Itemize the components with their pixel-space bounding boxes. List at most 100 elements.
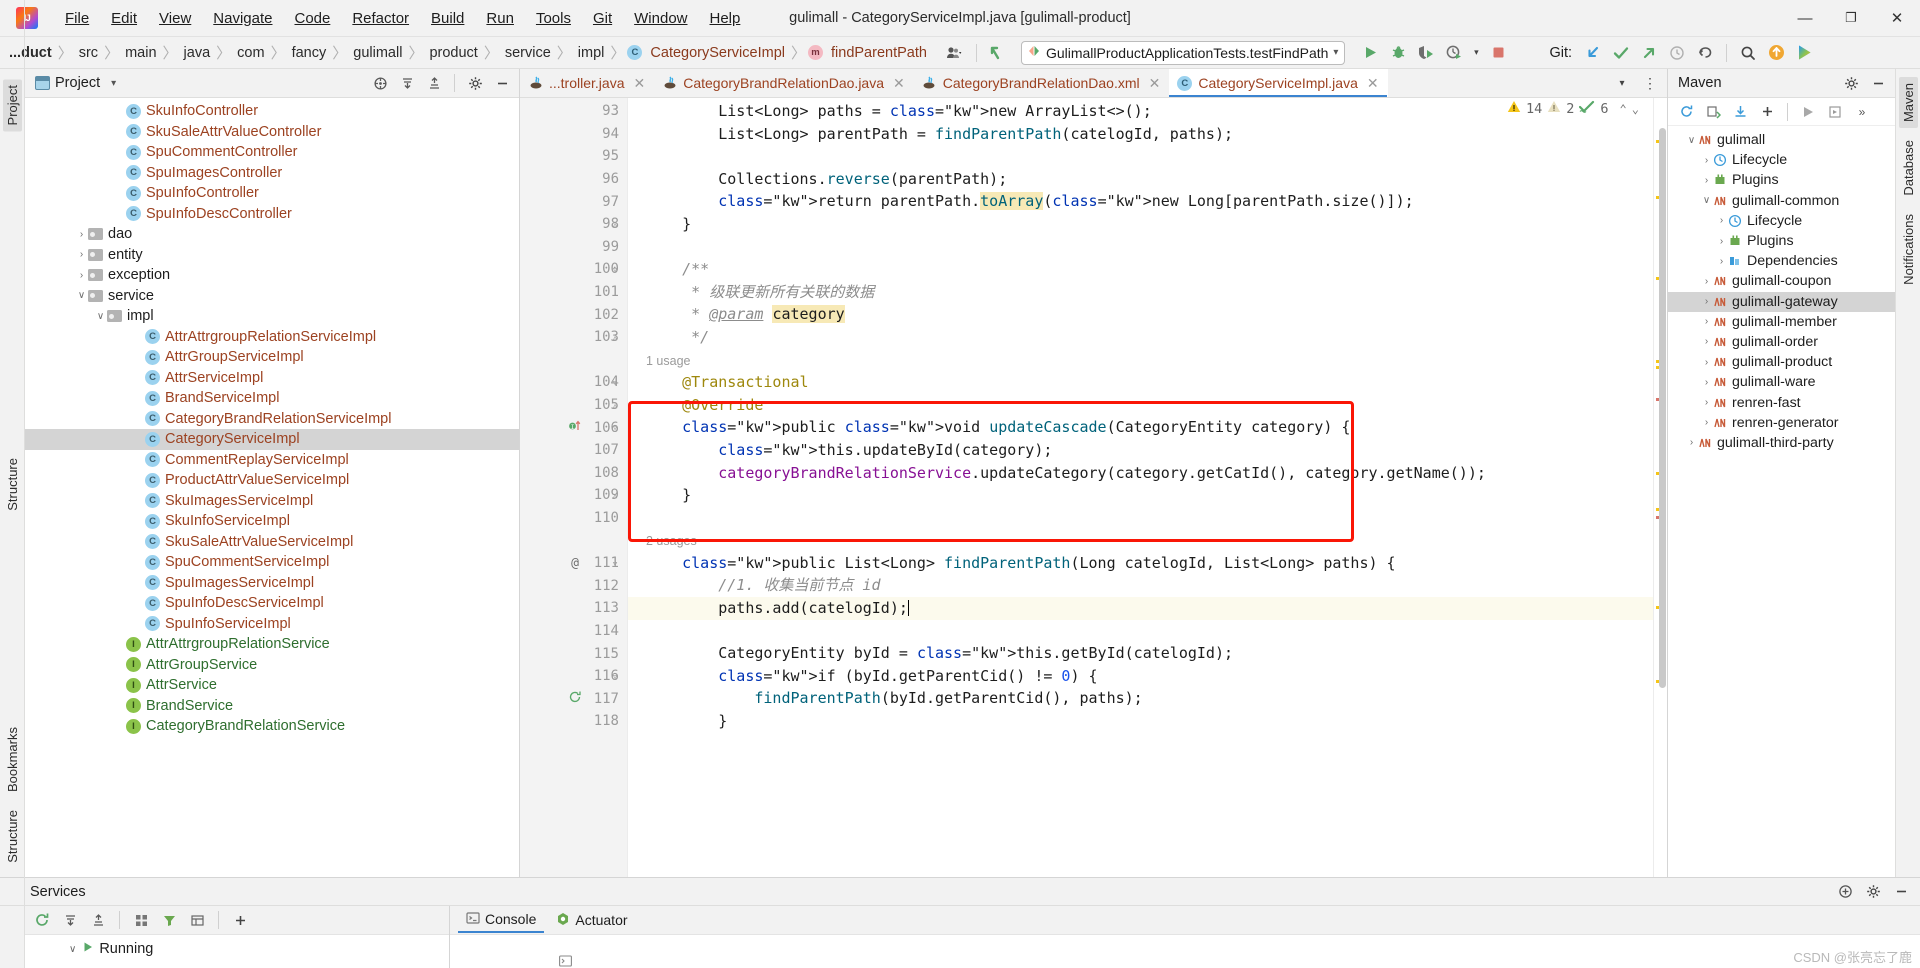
execute-icon[interactable] (1822, 100, 1848, 124)
project-tree-item[interactable]: C SpuImagesController (25, 163, 519, 184)
code-fold-icon[interactable]: ▿ (609, 421, 621, 434)
project-tree-item[interactable]: › entity (25, 245, 519, 266)
project-tree-item[interactable]: C AttrServiceImpl (25, 368, 519, 389)
maven-tree-item[interactable]: › gulimall-coupon (1668, 271, 1895, 291)
gutter-line[interactable]: 116 ▿ (520, 665, 627, 688)
project-tree-item[interactable]: ∨ impl (25, 306, 519, 327)
tool-window-tab-notifications[interactable]: Notifications (1899, 208, 1918, 291)
back-arrow-icon[interactable] (985, 41, 1011, 65)
collapse-all-icon[interactable] (421, 71, 447, 95)
tree-toggle-icon[interactable]: › (1700, 397, 1713, 408)
project-tree-item[interactable]: C SkuInfoServiceImpl (25, 511, 519, 532)
gutter-line[interactable] (520, 349, 627, 372)
expand-all-icon[interactable] (394, 71, 420, 95)
tree-toggle-icon[interactable]: ∨ (94, 311, 107, 322)
settings-icon[interactable] (1838, 71, 1864, 95)
gutter-line[interactable]: 104 ▿ (520, 371, 627, 394)
hide-icon[interactable] (489, 71, 515, 95)
gutter-line[interactable]: 111 @ ▿ (520, 552, 627, 575)
gutter-line[interactable]: 114 (520, 620, 627, 643)
history-icon[interactable] (1664, 41, 1690, 65)
close-icon[interactable]: ✕ (633, 75, 645, 92)
gutter-line[interactable]: 97 (520, 190, 627, 213)
maven-tree-item[interactable]: › Lifecycle (1668, 150, 1895, 170)
maven-tree-item[interactable]: › Plugins (1668, 231, 1895, 251)
breadcrumb-item-com[interactable]: com (232, 45, 269, 61)
gutter-line[interactable]: 105 ▵ (520, 394, 627, 417)
push-icon[interactable] (1636, 41, 1662, 65)
menu-edit[interactable]: Edit (100, 6, 148, 31)
project-tree-item[interactable]: I AttrGroupService (25, 655, 519, 676)
grid-icon[interactable] (128, 908, 154, 932)
updates-available-icon[interactable] (1763, 41, 1789, 65)
code-usage-hint[interactable]: 2 usages (628, 529, 1653, 552)
inspection-widget[interactable]: 14 2 6 ⌃ ⌄ (1507, 100, 1639, 117)
maven-tree-item[interactable]: › Dependencies (1668, 251, 1895, 271)
menu-run[interactable]: Run (475, 6, 525, 31)
menu-view[interactable]: View (148, 6, 202, 31)
gutter-line[interactable]: 107 (520, 439, 627, 462)
code-fold-icon[interactable]: ▿ (609, 670, 621, 683)
gutter-line[interactable]: 113 (520, 597, 627, 620)
tree-toggle-icon[interactable]: › (75, 249, 88, 260)
breadcrumb-item-main[interactable]: main (120, 45, 161, 61)
minimize-button[interactable]: — (1782, 0, 1828, 36)
project-tree-item[interactable]: C SpuCommentController (25, 142, 519, 163)
editor-tab-controller[interactable]: ...troller.java ✕ (520, 69, 654, 97)
code-editor[interactable]: 93 94 95 96 97 98 ▵ 99 100 ▿ 101 102 103 ▵ 104 ▿ 105 ▵ 106… (520, 98, 1667, 877)
project-tree-item[interactable]: C SpuInfoServiceImpl (25, 614, 519, 635)
project-tree-item[interactable]: C SpuInfoDescServiceImpl (25, 593, 519, 614)
project-tree-item[interactable]: C BrandServiceImpl (25, 388, 519, 409)
maximize-button[interactable]: ❐ (1828, 0, 1874, 36)
code-fold-icon[interactable]: ▿ (609, 376, 621, 389)
editor-tab-category-service-impl-java[interactable]: C CategoryServiceImpl.java ✕ (1169, 69, 1388, 97)
project-tree-item[interactable]: C CommentReplayServiceImpl (25, 450, 519, 471)
search-everywhere-icon[interactable] (1735, 41, 1761, 65)
project-tree-item[interactable]: C AttrAttrgroupRelationServiceImpl (25, 327, 519, 348)
maven-tree-item[interactable]: ∨ gulimall (1668, 130, 1895, 150)
menu-refactor[interactable]: Refactor (341, 6, 420, 31)
editor-vertical-scrollbar[interactable] (1658, 98, 1667, 877)
gutter-line[interactable]: 102 (520, 303, 627, 326)
download-sources-icon[interactable] (1727, 100, 1753, 124)
close-button[interactable]: ✕ (1874, 0, 1920, 36)
tree-toggle-icon[interactable]: › (1700, 155, 1713, 166)
update-project-icon[interactable] (1580, 41, 1606, 65)
expand-all-icon[interactable] (57, 908, 83, 932)
rollback-icon[interactable] (1692, 41, 1718, 65)
profiler-chevron-down-icon[interactable]: ▾ (1469, 41, 1483, 65)
project-tree-item[interactable]: C CategoryBrandRelationServiceImpl (25, 409, 519, 430)
tool-window-tab-database[interactable]: Database (1899, 134, 1918, 202)
override-marker-icon[interactable]: I (567, 419, 583, 437)
project-tree-item[interactable]: I CategoryBrandRelationService (25, 716, 519, 737)
project-tree-item[interactable]: › exception (25, 265, 519, 286)
gutter-line[interactable]: 103 ▵ (520, 326, 627, 349)
gutter-line[interactable]: 101 (520, 281, 627, 304)
rerun-icon[interactable] (29, 908, 55, 932)
profiler-icon[interactable] (1441, 41, 1467, 65)
menu-build[interactable]: Build (420, 6, 475, 31)
maven-tree-item[interactable]: › gulimall-ware (1668, 372, 1895, 392)
maven-tree-item[interactable]: › gulimall-member (1668, 312, 1895, 332)
project-tree-item[interactable]: C ProductAttrValueServiceImpl (25, 470, 519, 491)
code-fold-icon[interactable]: ▵ (609, 399, 621, 412)
project-tree-item[interactable]: C AttrGroupServiceImpl (25, 347, 519, 368)
hide-icon[interactable] (1888, 880, 1914, 904)
breadcrumb-item-product-pkg[interactable]: product (424, 45, 482, 61)
recursion-marker-icon[interactable] (567, 690, 583, 708)
tab-actuator[interactable]: Actuator (548, 909, 635, 932)
layout-icon[interactable] (184, 908, 210, 932)
maven-tree[interactable]: ∨ gulimall › Lifecycle › Plugins ∨ gulimall-com… (1668, 126, 1895, 877)
code-usage-hint[interactable]: 1 usage (628, 349, 1653, 372)
gutter-line[interactable]: 118 (520, 710, 627, 733)
gutter-line[interactable]: 95 (520, 145, 627, 168)
next-highlight-icon[interactable]: ⌄ (1632, 102, 1639, 116)
code-fold-icon[interactable]: ▿ (609, 557, 621, 570)
project-tree-item[interactable]: C SkuSaleAttrValueController (25, 122, 519, 143)
maven-tree-item[interactable]: ∨ gulimall-common (1668, 191, 1895, 211)
gutter-line[interactable]: 115 (520, 642, 627, 665)
menu-window[interactable]: Window (623, 6, 698, 31)
editor-gutter[interactable]: 93 94 95 96 97 98 ▵ 99 100 ▿ 101 102 103 ▵ 104 ▿ 105 ▵ 106… (520, 98, 628, 877)
maven-tree-item[interactable]: › gulimall-product (1668, 352, 1895, 372)
settings-icon[interactable] (462, 71, 488, 95)
